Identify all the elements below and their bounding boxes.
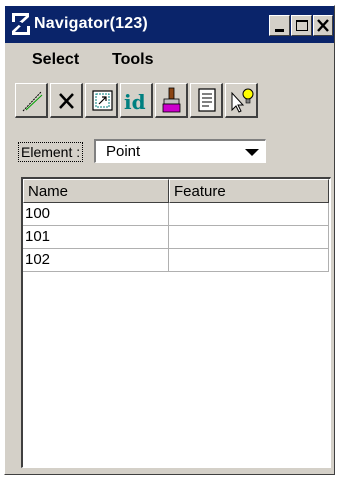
element-dropdown-value: Point [106, 143, 141, 160]
cell-feature [169, 249, 329, 272]
table-row[interactable]: 102 [23, 249, 329, 272]
element-row: Element : Point [17, 139, 319, 167]
column-header-feature[interactable]: Feature [169, 179, 329, 203]
minimize-button[interactable] [269, 15, 290, 36]
delete-x-icon [59, 93, 74, 109]
line-select-icon [22, 91, 43, 112]
table-row[interactable]: 100 [23, 203, 329, 226]
maximize-icon [296, 20, 308, 31]
cell-name: 102 [23, 249, 169, 272]
close-icon [317, 19, 329, 32]
app-logo-icon [12, 13, 30, 35]
id-icon: id [124, 90, 146, 114]
cell-name: 100 [23, 203, 169, 226]
report-button[interactable] [190, 83, 223, 118]
zoom-to-button[interactable] [85, 83, 118, 118]
paintbrush-button[interactable] [155, 83, 188, 118]
chevron-down-icon [245, 149, 259, 156]
cell-name: 101 [23, 226, 169, 249]
minimize-icon [275, 29, 284, 32]
cell-feature [169, 226, 329, 249]
id-button[interactable]: id [120, 83, 153, 118]
element-dropdown[interactable]: Point [94, 139, 266, 163]
svg-text:id: id [124, 90, 146, 114]
maximize-button[interactable] [291, 15, 312, 36]
column-header-name[interactable]: Name [23, 179, 169, 203]
navigator-window: Navigator(123) Select Tools id Element:… [4, 5, 335, 475]
close-button[interactable] [313, 15, 333, 36]
report-document-icon [198, 88, 216, 112]
menu-select[interactable]: Select [32, 51, 79, 69]
zoom-to-icon [92, 90, 113, 111]
toolbar: id [15, 83, 326, 119]
delete-button[interactable] [50, 83, 83, 118]
table-header: Name Feature [23, 179, 329, 203]
pointer-bulb-icon [231, 88, 254, 113]
line-select-button[interactable] [15, 83, 48, 118]
table-row[interactable]: 101 [23, 226, 329, 249]
paintbrush-icon [162, 87, 181, 113]
menu-bar: Select Tools [5, 43, 334, 73]
cell-feature [169, 203, 329, 226]
title-bar[interactable]: Navigator(123) [5, 6, 334, 43]
element-label: Element : [17, 142, 84, 162]
results-table: Name Feature 100 101 102 [21, 177, 331, 468]
pointer-info-button[interactable] [225, 83, 258, 118]
window-title: Navigator(123) [34, 15, 148, 32]
menu-tools[interactable]: Tools [112, 51, 153, 69]
